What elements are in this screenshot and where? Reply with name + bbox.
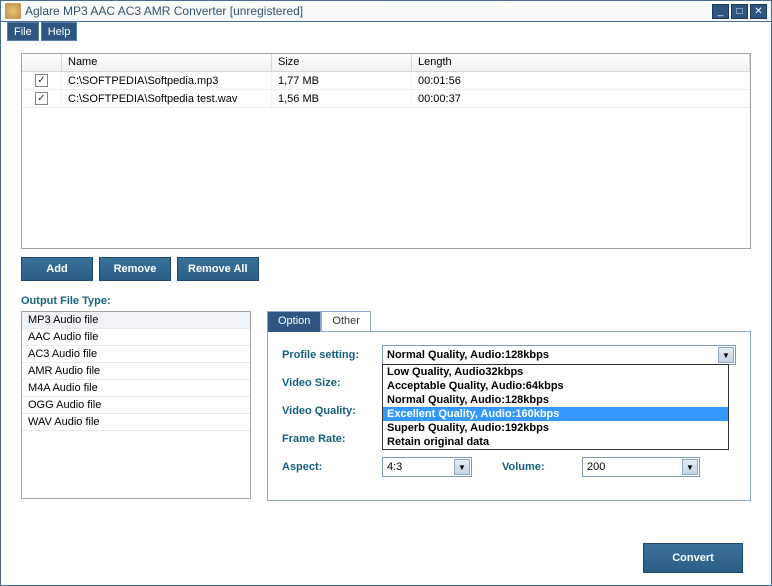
list-item[interactable]: AC3 Audio file (22, 346, 250, 363)
tabs: Option Other (267, 311, 751, 332)
list-item[interactable]: WAV Audio file (22, 414, 250, 431)
file-type-list[interactable]: MP3 Audio file AAC Audio file AC3 Audio … (21, 311, 251, 499)
add-button[interactable]: Add (21, 257, 93, 281)
tab-option[interactable]: Option (267, 311, 321, 332)
menu-help[interactable]: Help (41, 22, 78, 41)
dropdown-item[interactable]: Superb Quality, Audio:192kbps (383, 421, 728, 435)
remove-button[interactable]: Remove (99, 257, 171, 281)
volume-value: 200 (587, 461, 605, 473)
table-row[interactable]: ✓ C:\SOFTPEDIA\Softpedia test.wav 1,56 M… (22, 90, 750, 108)
video-quality-label: Video Quality: (282, 405, 382, 417)
list-item[interactable]: AAC Audio file (22, 329, 250, 346)
menubar: File Help (0, 22, 772, 41)
col-size[interactable]: Size (272, 54, 412, 72)
col-length[interactable]: Length (412, 54, 750, 72)
app-icon (5, 3, 21, 19)
window-title: Aglare MP3 AAC AC3 AMR Converter [unregi… (25, 4, 710, 18)
col-name[interactable]: Name (62, 54, 272, 72)
volume-select[interactable]: 200 ▼ (582, 457, 700, 477)
dropdown-item[interactable]: Excellent Quality, Audio:160kbps (383, 407, 728, 421)
output-label: Output File Type: (21, 295, 751, 307)
profile-select[interactable]: Normal Quality, Audio:128kbps ▼ (382, 345, 736, 365)
minimize-button[interactable]: _ (712, 4, 729, 19)
profile-value: Normal Quality, Audio:128kbps (387, 349, 549, 361)
chevron-down-icon: ▼ (454, 459, 470, 475)
chevron-down-icon: ▼ (682, 459, 698, 475)
volume-label: Volume: (502, 461, 582, 473)
list-item[interactable]: MP3 Audio file (22, 312, 250, 329)
menu-file[interactable]: File (7, 22, 39, 41)
list-item[interactable]: M4A Audio file (22, 380, 250, 397)
dropdown-item[interactable]: Low Quality, Audio32kbps (383, 365, 728, 379)
dropdown-item[interactable]: Normal Quality, Audio:128kbps (383, 393, 728, 407)
button-row: Add Remove Remove All (21, 257, 751, 281)
list-item[interactable]: AMR Audio file (22, 363, 250, 380)
cell-length: 00:01:56 (412, 72, 750, 89)
lower-panel: MP3 Audio file AAC Audio file AC3 Audio … (21, 311, 751, 501)
dropdown-item[interactable]: Retain original data (383, 435, 728, 449)
cell-length: 00:00:37 (412, 90, 750, 107)
table-row[interactable]: ✓ C:\SOFTPEDIA\Softpedia.mp3 1,77 MB 00:… (22, 72, 750, 90)
profile-label: Profile setting: (282, 349, 382, 361)
cell-name: C:\SOFTPEDIA\Softpedia test.wav (62, 90, 272, 107)
dropdown-item[interactable]: Acceptable Quality, Audio:64kbps (383, 379, 728, 393)
close-button[interactable]: ✕ (750, 4, 767, 19)
cell-size: 1,77 MB (272, 72, 412, 89)
frame-rate-label: Frame Rate: (282, 433, 382, 445)
tab-other[interactable]: Other (321, 311, 371, 332)
row-checkbox[interactable]: ✓ (35, 92, 48, 105)
remove-all-button[interactable]: Remove All (177, 257, 259, 281)
col-check (22, 54, 62, 72)
list-item[interactable]: OGG Audio file (22, 397, 250, 414)
cell-size: 1,56 MB (272, 90, 412, 107)
row-checkbox[interactable]: ✓ (35, 74, 48, 87)
option-tab-content: Profile setting: Normal Quality, Audio:1… (267, 331, 751, 501)
profile-dropdown[interactable]: Low Quality, Audio32kbps Acceptable Qual… (382, 364, 729, 450)
options-panel: Option Other Profile setting: Normal Qua… (267, 311, 751, 501)
aspect-select[interactable]: 4:3 ▼ (382, 457, 472, 477)
aspect-label: Aspect: (282, 461, 382, 473)
file-table: Name Size Length ✓ C:\SOFTPEDIA\Softpedi… (21, 53, 751, 249)
video-size-label: Video Size: (282, 377, 382, 389)
table-header: Name Size Length (22, 54, 750, 72)
content: Name Size Length ✓ C:\SOFTPEDIA\Softpedi… (0, 41, 772, 586)
maximize-button[interactable]: □ (731, 4, 748, 19)
titlebar: Aglare MP3 AAC AC3 AMR Converter [unregi… (0, 0, 772, 22)
aspect-value: 4:3 (387, 461, 402, 473)
convert-button[interactable]: Convert (643, 543, 743, 573)
cell-name: C:\SOFTPEDIA\Softpedia.mp3 (62, 72, 272, 89)
chevron-down-icon: ▼ (718, 347, 734, 363)
